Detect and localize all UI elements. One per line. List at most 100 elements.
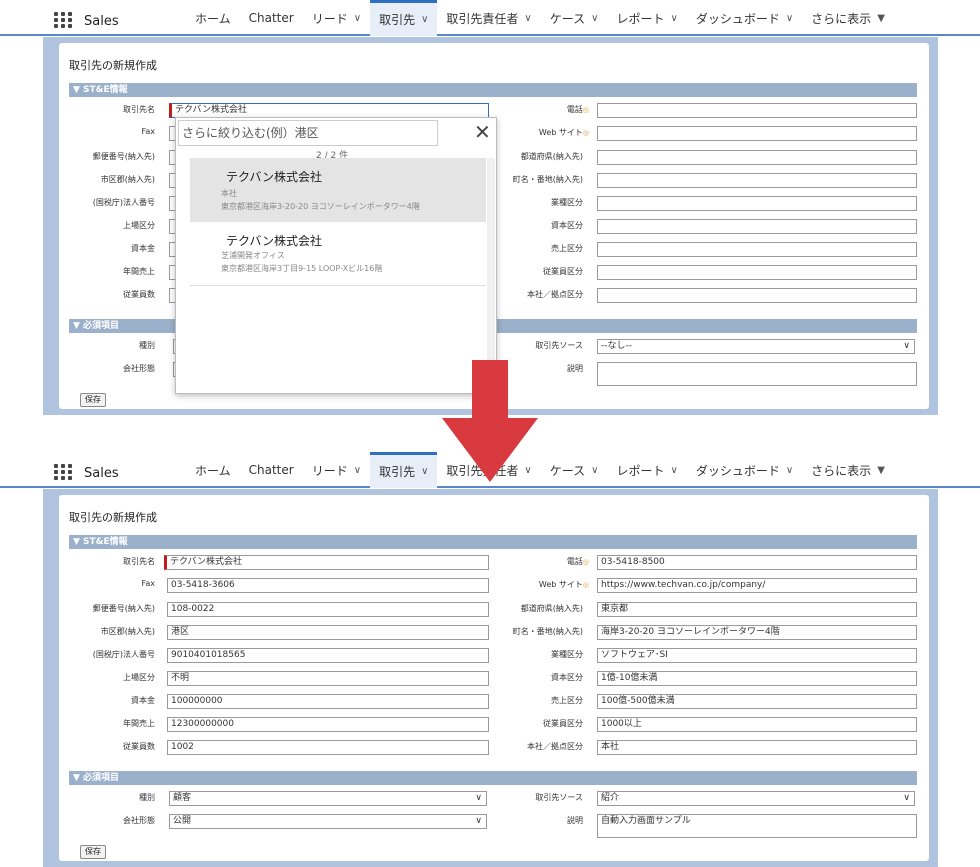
account-name-input[interactable]: テクバン株式会社 xyxy=(164,555,489,570)
lookup-filter-input[interactable]: さらに絞り込む(例）港区 xyxy=(178,120,438,146)
chevron-down-icon[interactable]: ∨ xyxy=(671,13,678,24)
hq-class-input[interactable]: 本社 xyxy=(597,740,917,755)
website-input[interactable] xyxy=(597,126,917,141)
caret-down-icon[interactable]: ▼ xyxy=(877,13,885,24)
tab-chatter[interactable]: Chatter xyxy=(240,0,303,36)
label-account-name: 取引先名 xyxy=(123,105,155,114)
section-header-required[interactable]: ▼ 必須項目 xyxy=(69,771,917,785)
tab-reports[interactable]: レポート ∨ xyxy=(607,452,686,488)
help-icon[interactable]: ◎ xyxy=(583,129,589,137)
help-icon[interactable]: ◎ xyxy=(583,106,589,114)
tab-reports[interactable]: レポート ∨ xyxy=(607,0,686,36)
postal-code-input[interactable]: 108-0022 xyxy=(167,602,489,617)
tab-home[interactable]: ホーム xyxy=(186,452,240,488)
tab-dashboards[interactable]: ダッシュボード ∨ xyxy=(687,0,802,36)
website-input[interactable]: https://www.techvan.co.jp/company/ xyxy=(597,578,917,593)
tab-label: リード xyxy=(311,11,348,26)
listing-input[interactable]: 不明 xyxy=(167,671,489,686)
company-form-select[interactable]: 公開 ∨ xyxy=(169,814,487,829)
description-textarea[interactable]: 自動入力画面サンプル xyxy=(597,814,917,838)
label-hq-class: 本社／拠点区分 xyxy=(527,290,583,299)
tab-accounts[interactable]: 取引先 ∨ xyxy=(370,0,438,36)
label-company-form: 会社形態 xyxy=(123,364,155,373)
description-textarea[interactable] xyxy=(597,362,917,386)
account-source-select[interactable]: --なし-- ∨ xyxy=(597,339,915,354)
save-button[interactable]: 保存 xyxy=(80,845,106,859)
result-office: 芝浦開発オフィス xyxy=(221,251,285,260)
chevron-down-icon[interactable]: ∨ xyxy=(354,465,361,476)
label-street: 町名・番地(納入先) xyxy=(512,175,583,184)
phone-input[interactable]: 03-5418-8500 xyxy=(597,555,917,570)
caret-down-icon[interactable]: ▼ xyxy=(877,465,885,476)
corporate-number-input[interactable]: 9010401018565 xyxy=(167,648,489,663)
city-input[interactable]: 港区 xyxy=(167,625,489,640)
capital-class-input[interactable]: 1億-10億未満 xyxy=(597,671,917,686)
chevron-down-icon[interactable]: ∨ xyxy=(786,465,793,476)
chevron-down-icon[interactable]: ∨ xyxy=(524,13,531,24)
label-employee-class: 従業員区分 xyxy=(543,719,583,728)
tab-dashboards[interactable]: ダッシュボード ∨ xyxy=(687,452,802,488)
tab-more[interactable]: さらに表示 ▼ xyxy=(802,452,894,488)
label-corporate-number: (国税庁)法人番号 xyxy=(92,198,155,207)
tab-leads[interactable]: リード ∨ xyxy=(303,0,370,36)
chevron-down-icon[interactable]: ∨ xyxy=(786,13,793,24)
result-office: 本社 xyxy=(221,189,237,198)
account-name-input[interactable]: テクバン株式会社 xyxy=(169,103,489,118)
label-employees: 従業員数 xyxy=(123,742,155,751)
sales-class-input[interactable] xyxy=(597,242,917,257)
lookup-result-item[interactable]: テクバン株式会社 芝浦開発オフィス 東京都港区海岸3丁目9-15 LOOP-Xビ… xyxy=(190,222,486,286)
label-text: Web サイト xyxy=(538,128,583,137)
app-launcher-icon[interactable] xyxy=(54,12,72,28)
help-icon[interactable]: ◎ xyxy=(583,581,589,589)
prefecture-input[interactable] xyxy=(597,150,917,165)
employee-class-input[interactable] xyxy=(597,265,917,280)
tab-more[interactable]: さらに表示 ▼ xyxy=(802,0,894,36)
annual-revenue-input[interactable]: 12300000000 xyxy=(167,717,489,732)
industry-input[interactable]: ソフトウェア･SI xyxy=(597,648,917,663)
chevron-down-icon: ∨ xyxy=(903,341,910,351)
select-value: --なし-- xyxy=(601,341,632,351)
phone-input[interactable] xyxy=(597,103,917,118)
street-input[interactable]: 海岸3-20-20 ヨコソーレインボータワー4階 xyxy=(597,625,917,640)
tab-label: ダッシュボード xyxy=(695,463,780,478)
tab-label: ホーム xyxy=(195,463,231,478)
account-source-select[interactable]: 紹介 ∨ xyxy=(597,791,915,806)
type-select[interactable]: 顧客 ∨ xyxy=(169,791,487,806)
hq-class-input[interactable] xyxy=(597,288,917,303)
label-phone: 電話◎ xyxy=(499,104,589,115)
help-icon[interactable]: ◎ xyxy=(583,558,589,566)
scrollbar[interactable] xyxy=(487,158,495,388)
result-address: 東京都港区海岸3丁目9-15 LOOP-Xビル16階 xyxy=(221,264,383,273)
section-header-ste[interactable]: ▼ ST&E情報 xyxy=(69,535,917,549)
chevron-down-icon[interactable]: ∨ xyxy=(591,465,598,476)
chevron-down-icon[interactable]: ∨ xyxy=(421,466,428,477)
capital-class-input[interactable] xyxy=(597,219,917,234)
tab-home[interactable]: ホーム xyxy=(186,0,240,36)
chevron-down-icon[interactable]: ∨ xyxy=(354,13,361,24)
chevron-down-icon[interactable]: ∨ xyxy=(421,14,428,25)
section-header-ste[interactable]: ▼ ST&E情報 xyxy=(69,83,917,97)
tab-accounts[interactable]: 取引先 ∨ xyxy=(370,452,438,488)
tab-chatter[interactable]: Chatter xyxy=(240,452,303,488)
sales-class-input[interactable]: 100億-500億未満 xyxy=(597,694,917,709)
street-input[interactable] xyxy=(597,173,917,188)
tab-contacts[interactable]: 取引先責任者 ∨ xyxy=(437,0,540,36)
close-icon[interactable]: ✕ xyxy=(474,120,491,144)
employees-input[interactable]: 1002 xyxy=(167,740,489,755)
capital-input[interactable]: 100000000 xyxy=(167,694,489,709)
tab-cases[interactable]: ケース ∨ xyxy=(541,452,608,488)
chevron-down-icon[interactable]: ∨ xyxy=(671,465,678,476)
lookup-result-item[interactable]: テクバン株式会社 本社 東京都港区海岸3-20-20 ヨコソーレインボータワー4… xyxy=(190,158,486,222)
result-name: テクバン株式会社 xyxy=(226,170,323,184)
industry-input[interactable] xyxy=(597,196,917,211)
save-button[interactable]: 保存 xyxy=(80,393,106,407)
page-title: 取引先の新規作成 xyxy=(69,511,157,524)
tab-cases[interactable]: ケース ∨ xyxy=(541,0,608,36)
fax-input[interactable]: 03-5418-3606 xyxy=(167,578,489,593)
app-launcher-icon[interactable] xyxy=(54,464,72,480)
tab-leads[interactable]: リード ∨ xyxy=(303,452,370,488)
chevron-down-icon[interactable]: ∨ xyxy=(591,13,598,24)
employee-class-input[interactable]: 1000以上 xyxy=(597,717,917,732)
prefecture-input[interactable]: 東京都 xyxy=(597,602,917,617)
tab-label: Chatter xyxy=(248,11,294,25)
